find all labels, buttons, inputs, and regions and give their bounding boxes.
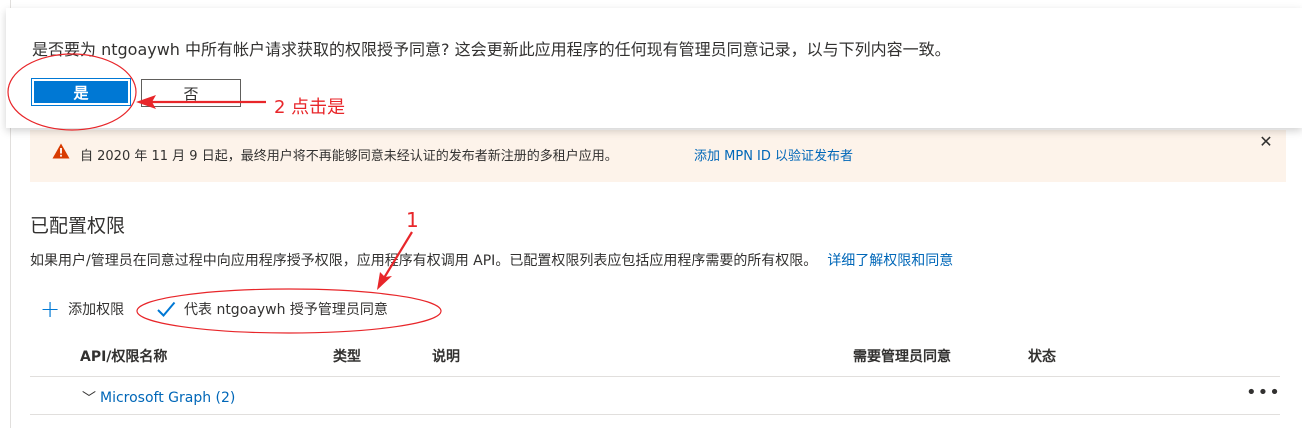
add-permission-label: 添加权限	[68, 302, 125, 318]
learn-more-link[interactable]: 详细了解权限和同意	[827, 253, 953, 269]
grant-admin-consent-label: 代表 ntgoaywh 授予管理员同意	[184, 302, 388, 318]
annotation-step1: 1	[406, 208, 419, 232]
annotation-step2: 2 点击是	[274, 97, 346, 118]
column-header-admin-consent[interactable]: 需要管理员同意	[853, 346, 951, 366]
warning-icon	[52, 143, 70, 159]
banner-text: 自 2020 年 11 月 9 日起，最终用户将不再能够同意未经认证的发布者新注…	[80, 149, 618, 164]
annotation-arrow-grant-head	[377, 272, 392, 290]
chevron-down-icon: ﹀	[82, 391, 96, 407]
row-divider	[30, 414, 1280, 415]
checkmark-icon	[157, 301, 176, 317]
column-header-type[interactable]: 类型	[333, 346, 361, 366]
grant-admin-consent-button[interactable]: 代表 ntgoaywh 授予管理员同意	[156, 299, 388, 319]
plus-icon: +	[40, 295, 61, 323]
confirmation-message: 是否要为 ntgoaywh 中所有帐户请求获取的权限授予同意? 这会更新此应用程…	[32, 40, 951, 59]
description-text: 如果用户/管理员在同意过程中向应用程序授予权限，应用程序有权调用 API。已配置…	[30, 253, 818, 269]
header-divider	[30, 376, 1280, 377]
admin-consent-confirmation: 是否要为 ntgoaywh 中所有帐户请求获取的权限授予同意? 这会更新此应用程…	[6, 8, 1302, 128]
column-header-api[interactable]: API/权限名称	[80, 346, 167, 366]
group-label[interactable]: Microsoft Graph (2)	[100, 390, 235, 406]
group-row-microsoft-graph[interactable]: ﹀ Microsoft Graph (2)	[82, 388, 235, 408]
section-title: 已配置权限	[30, 215, 126, 237]
column-header-description[interactable]: 说明	[432, 346, 460, 366]
mpn-link[interactable]: 添加 MPN ID 以验证发布者	[694, 145, 853, 164]
yes-button[interactable]: 是	[31, 78, 131, 106]
column-header-status[interactable]: 状态	[1028, 346, 1056, 366]
add-permission-button[interactable]: + 添加权限	[40, 295, 125, 323]
page: 自 2020 年 11 月 9 日起，最终用户将不再能够同意未经认证的发布者新注…	[0, 0, 1302, 428]
section-description: 如果用户/管理员在同意过程中向应用程序授予权限，应用程序有权调用 API。已配置…	[30, 250, 953, 270]
more-options-icon[interactable]: •••	[1246, 382, 1281, 403]
close-icon[interactable]: ✕	[1258, 134, 1274, 150]
no-button[interactable]: 否	[141, 79, 241, 107]
